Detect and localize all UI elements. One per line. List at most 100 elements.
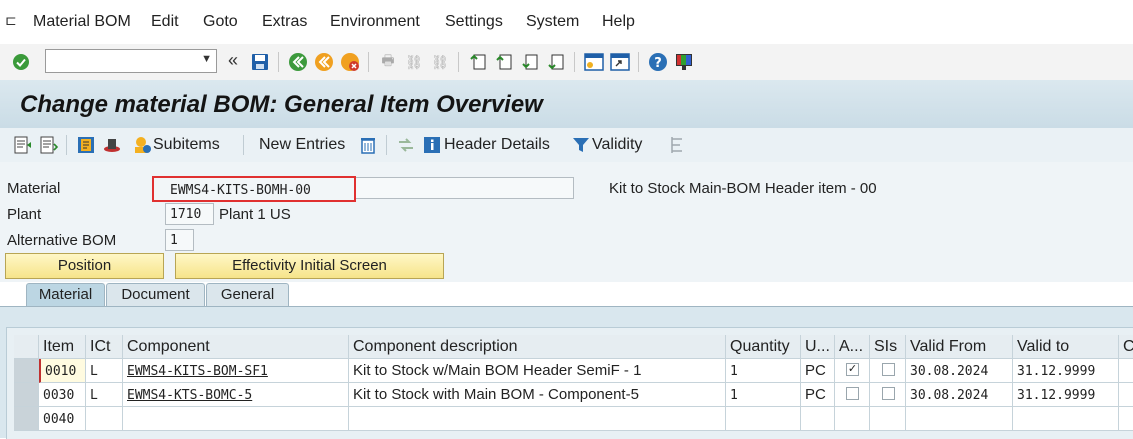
unit[interactable]: PC <box>801 359 835 383</box>
item-number[interactable]: 0040 <box>39 407 86 431</box>
row-selector[interactable] <box>14 359 39 383</box>
plant-field[interactable]: 1710 <box>165 203 214 225</box>
print-icon[interactable]: 🖶 <box>378 52 398 72</box>
menu-settings[interactable]: Settings <box>445 13 503 31</box>
tab-document[interactable]: Document <box>106 283 205 306</box>
validity-button[interactable]: Validity <box>592 136 642 154</box>
back-icon[interactable] <box>288 52 308 72</box>
valid-from[interactable]: 30.08.2024 <box>906 383 1013 407</box>
tab-general[interactable]: General <box>206 283 289 306</box>
sis-cell[interactable] <box>870 407 906 431</box>
item-number[interactable]: 0010 <box>39 359 86 383</box>
menu-system[interactable]: System <box>526 13 579 31</box>
collapse-toolbar-icon[interactable]: « <box>228 50 238 71</box>
c-cell[interactable] <box>1119 383 1133 407</box>
menu-extras[interactable]: Extras <box>262 13 307 31</box>
row-selector[interactable] <box>14 407 39 431</box>
quantity[interactable]: 1 <box>726 359 801 383</box>
column-header-quantity[interactable]: Quantity <box>726 335 801 359</box>
column-header-sis[interactable]: SIs <box>870 335 906 359</box>
more-options-icon[interactable] <box>668 135 688 155</box>
customize-layout-icon[interactable] <box>674 52 694 72</box>
row-selector[interactable] <box>14 383 39 407</box>
save-icon[interactable] <box>250 52 270 72</box>
menu-help[interactable]: Help <box>602 13 635 31</box>
component-link[interactable]: EWMS4-KTS-BOMC-5 <box>123 383 349 407</box>
a-cell[interactable] <box>835 407 870 431</box>
find-icon[interactable]: ⛓ <box>404 52 424 72</box>
delete-icon[interactable] <box>358 135 378 155</box>
valid-from[interactable] <box>906 407 1013 431</box>
next-object-icon[interactable] <box>38 135 59 155</box>
command-field[interactable]: ▼ <box>45 49 217 73</box>
c-cell[interactable] <box>1119 407 1133 431</box>
menu-goto[interactable]: Goto <box>203 13 238 31</box>
column-header-valid-from[interactable]: Valid From <box>906 335 1013 359</box>
item-category[interactable] <box>86 407 123 431</box>
toolbar-separator <box>278 52 279 72</box>
valid-from[interactable]: 30.08.2024 <box>906 359 1013 383</box>
menu-edit[interactable]: Edit <box>151 13 179 31</box>
row-selector-header[interactable] <box>14 335 39 359</box>
component-description[interactable]: Kit to Stock w/Main BOM Header SemiF - 1 <box>349 359 726 383</box>
cancel-icon[interactable] <box>340 52 360 72</box>
sis-checkbox[interactable] <box>882 363 895 376</box>
effectivity-initial-screen-button[interactable]: Effectivity Initial Screen <box>175 253 444 279</box>
new-entries-button[interactable]: New Entries <box>259 136 345 154</box>
unit[interactable]: PC <box>801 383 835 407</box>
previous-page-icon[interactable] <box>494 52 514 72</box>
alternative-item-icon[interactable] <box>102 135 122 155</box>
position-button[interactable]: Position <box>5 253 164 279</box>
valid-to[interactable] <box>1013 407 1119 431</box>
valid-to[interactable]: 31.12.9999 <box>1013 383 1119 407</box>
next-page-icon[interactable] <box>520 52 540 72</box>
find-next-icon[interactable]: ⛓ <box>430 52 450 72</box>
shortcut-icon[interactable] <box>610 52 630 72</box>
alternative-bom-field[interactable]: 1 <box>165 229 194 251</box>
component-link[interactable]: EWMS4-KITS-BOM-SF1 <box>123 359 349 383</box>
menu-material-bom[interactable]: Material BOM <box>33 13 131 31</box>
enter-check-icon[interactable] <box>11 52 31 72</box>
first-page-icon[interactable] <box>468 52 488 72</box>
component-link[interactable] <box>123 407 349 431</box>
column-header-a[interactable]: A... <box>835 335 870 359</box>
column-header-c[interactable]: C <box>1119 335 1133 359</box>
column-header-valid-to[interactable]: Valid to <box>1013 335 1119 359</box>
column-header-unit[interactable]: U... <box>801 335 835 359</box>
component-description[interactable]: Kit to Stock with Main BOM - Component-5 <box>349 383 726 407</box>
item-category[interactable]: L <box>86 359 123 383</box>
item-number[interactable]: 0030 <box>39 383 86 407</box>
new-session-icon[interactable] <box>584 52 604 72</box>
header-details-button[interactable]: Header Details <box>444 136 550 154</box>
sis-checkbox[interactable] <box>882 387 895 400</box>
c-cell[interactable] <box>1119 359 1133 383</box>
unit[interactable] <box>801 407 835 431</box>
menu-environment[interactable]: Environment <box>330 13 420 31</box>
header-details-icon[interactable] <box>422 135 442 155</box>
a-cell: ✓ <box>835 359 870 383</box>
quantity[interactable]: 1 <box>726 383 801 407</box>
exit-icon[interactable] <box>314 52 334 72</box>
tab-material[interactable]: Material <box>26 283 105 307</box>
column-header-item[interactable]: Item <box>39 335 86 359</box>
transfer-icon[interactable] <box>396 135 416 155</box>
column-header-ict[interactable]: ICt <box>86 335 123 359</box>
last-page-icon[interactable] <box>546 52 566 72</box>
subitems-button[interactable]: Subitems <box>153 136 220 154</box>
help-icon[interactable]: ? <box>648 52 668 72</box>
item-category[interactable]: L <box>86 383 123 407</box>
component-description[interactable] <box>349 407 726 431</box>
valid-to[interactable]: 31.12.9999 <box>1013 359 1119 383</box>
menu-toggle-icon[interactable]: ⊏ <box>5 12 17 29</box>
item-overview-icon[interactable] <box>76 135 96 155</box>
a-checkbox[interactable]: ✓ <box>846 363 859 376</box>
quantity[interactable] <box>726 407 801 431</box>
previous-object-icon[interactable] <box>12 135 32 155</box>
validity-filter-icon[interactable] <box>571 135 591 155</box>
column-header-component-description[interactable]: Component description <box>349 335 726 359</box>
dropdown-arrow-icon[interactable]: ▼ <box>201 53 212 65</box>
a-checkbox[interactable] <box>846 387 859 400</box>
column-header-component[interactable]: Component <box>123 335 349 359</box>
material-field[interactable]: EWMS4-KITS-BOMH-00 <box>152 176 356 202</box>
subitems-icon[interactable] <box>132 135 152 155</box>
